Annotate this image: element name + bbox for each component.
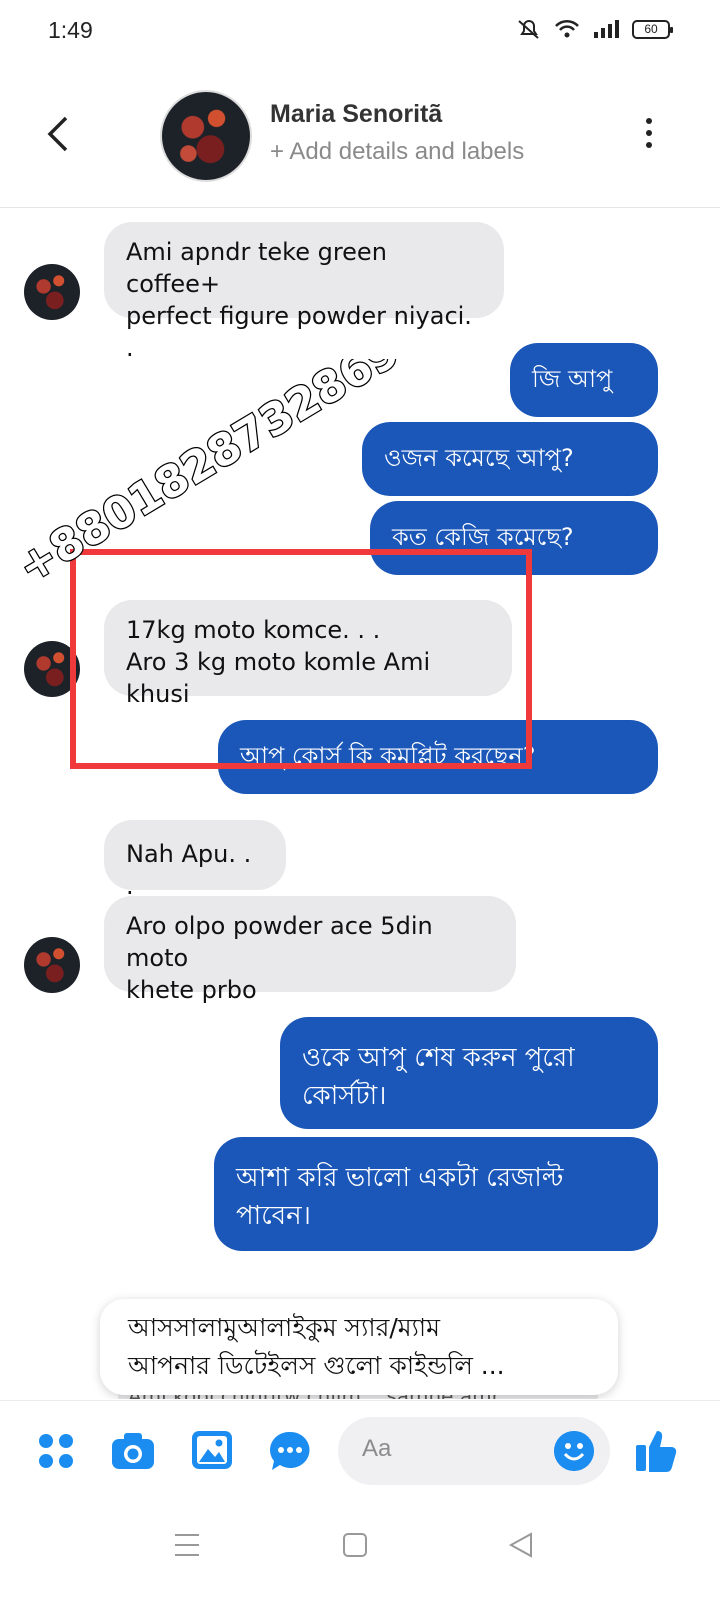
back-nav-icon[interactable]	[508, 1532, 534, 1558]
sender-avatar	[24, 264, 80, 320]
home-nav-icon[interactable]	[342, 1532, 368, 1558]
message-text: perfect figure powder niyaci. .	[126, 302, 472, 362]
watermark-text: +8801828732869	[10, 359, 408, 593]
status-bar: 1:49 60	[0, 0, 720, 62]
emoji-icon[interactable]	[554, 1431, 594, 1471]
wifi-icon	[555, 19, 579, 38]
suggestion-line: আপনার ডিটেইলস গুলো কাইন্ডলি ...	[128, 1351, 505, 1380]
message-composer: Aa	[0, 1400, 720, 1500]
message-bubble-outgoing[interactable]: জি আপু	[510, 343, 658, 417]
apps-menu-icon[interactable]	[36, 1431, 76, 1471]
message-text: Aro olpo powder ace 5din moto	[126, 912, 433, 972]
quick-reply-suggestion[interactable]: আসসালামুআলাইকুম স্যার/ম্যাম আপনার ডিটেইল…	[100, 1299, 618, 1395]
phone-watermark: +8801828732869	[10, 359, 410, 595]
camera-icon[interactable]	[110, 1431, 156, 1471]
message-bubble-incoming[interactable]: Aro olpo powder ace 5din moto khete prbo	[104, 896, 516, 1004]
message-bubble-outgoing[interactable]: ওকে আপু শেষ করুন পুরো কোর্সটা।	[280, 1017, 658, 1129]
gallery-icon[interactable]	[190, 1429, 234, 1471]
suggestion-line: আসসালামুআলাইকুম স্যার/ম্যাম	[128, 1313, 441, 1342]
contact-avatar[interactable]	[160, 90, 252, 182]
system-nav-bar	[0, 1510, 720, 1600]
message-bubble-incoming[interactable]: Ami apndr teke green coffee+ perfect fig…	[104, 222, 504, 362]
message-text: আশা করি ভালো একটা রেজাল্ট	[236, 1163, 564, 1193]
mute-icon	[518, 20, 539, 39]
message-text: khete prbo	[126, 976, 257, 1004]
contact-name[interactable]: Maria Senoritã	[270, 100, 442, 129]
message-text: পাবেন।	[236, 1201, 311, 1231]
chat-header: Maria Senoritã + Add details and labels	[0, 62, 720, 208]
more-options-icon[interactable]	[644, 118, 654, 152]
battery-icon: 60	[632, 19, 673, 39]
like-thumb-icon[interactable]	[634, 1427, 678, 1473]
voice-clip-icon[interactable]	[268, 1429, 312, 1473]
message-text: Ami apndr teke green coffee+	[126, 238, 387, 298]
message-text: Nah Apu. . .	[126, 840, 252, 900]
message-list[interactable]: Ami apndr teke green coffee+ perfect fig…	[0, 209, 720, 1399]
status-icons: 60	[516, 18, 673, 40]
add-details-link[interactable]: + Add details and labels	[270, 138, 524, 166]
message-bubble-incoming[interactable]: Nah Apu. . .	[104, 820, 286, 900]
sender-avatar	[24, 937, 80, 993]
message-input-placeholder: Aa	[362, 1435, 392, 1462]
message-input[interactable]: Aa	[338, 1417, 610, 1485]
status-time: 1:49	[48, 17, 93, 43]
message-text: জি আপু	[532, 365, 613, 393]
back-arrow-icon[interactable]	[44, 114, 72, 154]
message-bubble-outgoing[interactable]: আশা করি ভালো একটা রেজাল্ট পাবেন।	[214, 1137, 658, 1251]
signal-icon	[594, 20, 619, 38]
menu-nav-icon[interactable]	[174, 1532, 200, 1558]
message-text: ওকে আপু শেষ করুন পুরো	[302, 1043, 575, 1073]
message-text: কোর্সটা।	[302, 1081, 387, 1111]
